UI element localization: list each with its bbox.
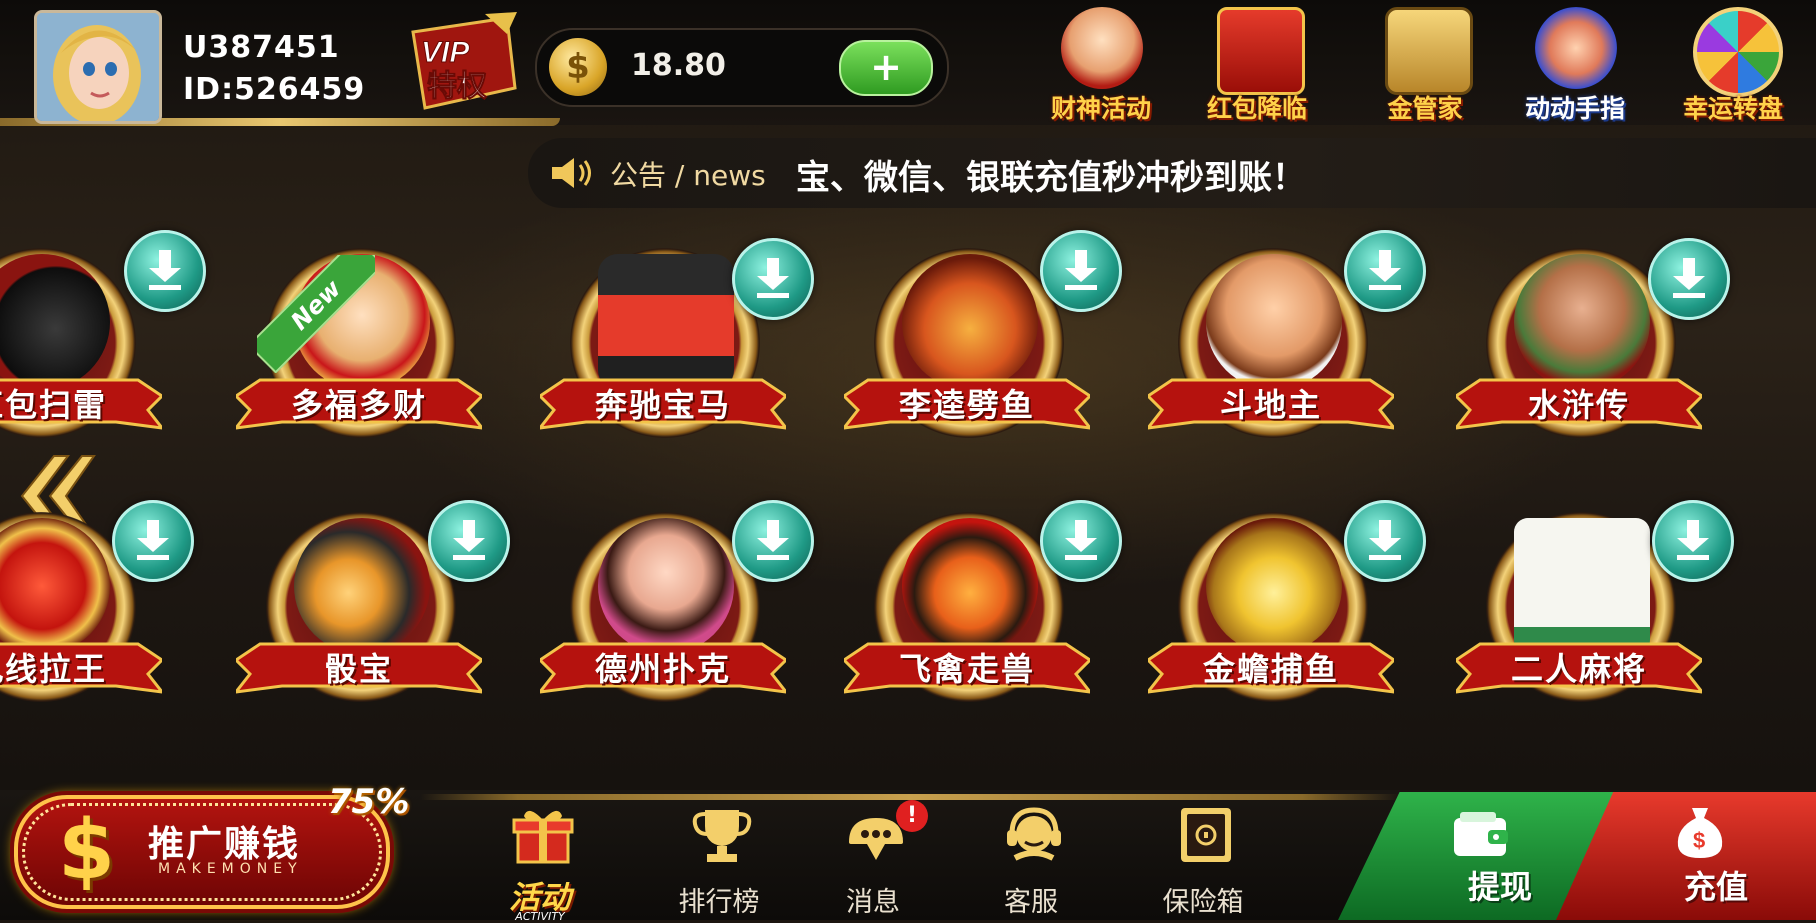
download-button[interactable] (1040, 500, 1122, 582)
download-arrow-icon (1677, 520, 1709, 560)
download-button[interactable] (112, 500, 194, 582)
safe-box-icon (1181, 808, 1231, 862)
coin-icon: $ (549, 38, 607, 96)
download-arrow-icon (757, 520, 789, 560)
nav-safe-box[interactable]: 保险箱 (1138, 800, 1268, 918)
news-text: 宝、微信、银联充值秒冲秒到账！ (796, 158, 1306, 198)
user-id: ID:526459 (183, 72, 366, 107)
nav-label: 保险箱 (1162, 887, 1244, 918)
nav-label: 排行榜 (678, 887, 760, 918)
game-name: 金蟾捕鱼 (1202, 650, 1339, 688)
wallet-icon (1454, 812, 1508, 856)
download-button[interactable] (1648, 238, 1730, 320)
avatar-portrait-icon (37, 13, 159, 121)
nav-sublabel: ACTIVITY (515, 910, 565, 923)
add-funds-button[interactable]: + (839, 40, 933, 96)
promo-gold-steward[interactable]: 金管家 (1340, 5, 1510, 123)
gift-box-icon (512, 810, 574, 864)
game-name: 德州扑克 (594, 650, 731, 688)
balance-box: $ 18.80 + (535, 28, 949, 107)
game-name: 多福多财 (290, 386, 427, 424)
promo-label: 红包降临 (1206, 94, 1307, 123)
download-arrow-icon (149, 250, 181, 290)
game-name: 水浒传 (1527, 386, 1630, 424)
god-of-wealth-icon (1061, 7, 1143, 89)
download-button[interactable] (732, 500, 814, 582)
promo-label: 财神活动 (1050, 94, 1151, 123)
promo-red-envelope[interactable]: 红包降临 (1172, 5, 1342, 123)
download-button[interactable] (428, 500, 510, 582)
new-badge: New (257, 255, 375, 373)
nav-activity[interactable]: 活动 ACTIVITY (475, 800, 605, 923)
nav-customer-service[interactable]: 客服 (966, 800, 1096, 918)
game-name: 斗地主 (1219, 386, 1322, 424)
game-name: 骰宝 (324, 650, 393, 688)
download-button[interactable] (124, 230, 206, 312)
download-button[interactable] (1040, 230, 1122, 312)
download-arrow-icon (757, 258, 789, 298)
game-name: 飞禽走兽 (898, 650, 1035, 688)
lucky-wheel-icon (1693, 7, 1783, 97)
recharge-label: 充值 (1683, 868, 1748, 906)
game-name: 红包扫雷 (0, 386, 107, 424)
download-arrow-icon (1369, 250, 1401, 290)
download-arrow-icon (1673, 258, 1705, 298)
dollar-icon: $ (58, 803, 116, 898)
promo-lucky-wheel[interactable]: 幸运转盘 (1648, 5, 1816, 123)
new-badge-text: New (257, 255, 375, 373)
abacus-steward-icon (1385, 7, 1473, 95)
news-label: 公告 / news (610, 159, 766, 192)
nav-label: 客服 (1004, 887, 1058, 918)
commission-percent: 75% (328, 782, 410, 822)
download-button[interactable] (1344, 230, 1426, 312)
game-name: 二人麻将 (1510, 650, 1647, 688)
money-bag-icon: $ (1677, 808, 1723, 858)
game-name: 奔驰宝马 (594, 386, 731, 424)
speaker-icon (552, 158, 591, 188)
promote-earn-subtitle: MAKEMONEY (158, 861, 303, 877)
nav-leaderboard[interactable]: 排行榜 (654, 800, 784, 918)
avatar[interactable] (34, 10, 162, 124)
promo-move-finger[interactable]: 动动手指 (1490, 5, 1660, 123)
news-ticker[interactable]: 公告 / news 宝、微信、银联充值秒冲秒到账！ (528, 138, 1816, 208)
download-arrow-icon (1065, 520, 1097, 560)
vip-privilege-button[interactable]: VIP 特权 (395, 10, 525, 115)
trophy-icon (692, 810, 752, 862)
download-arrow-icon (1369, 520, 1401, 560)
username: U387451 (183, 30, 340, 65)
promo-god-of-wealth-event[interactable]: 财神活动 (1016, 5, 1186, 123)
svg-text:$: $ (1693, 828, 1705, 853)
vip-text: VIP (421, 36, 470, 69)
nav-label: 消息 (846, 887, 900, 918)
nav-messages[interactable]: ! 消息 (808, 800, 938, 918)
game-name: 李逵劈鱼 (898, 386, 1035, 424)
vip-privilege-text: 特权 (427, 69, 487, 104)
download-button[interactable] (732, 238, 814, 320)
promo-label: 动动手指 (1524, 94, 1625, 123)
promote-earn-title: 推广赚钱 (148, 824, 301, 865)
download-arrow-icon (453, 520, 485, 560)
red-envelope-icon (1217, 7, 1305, 95)
balance-value: 18.80 (631, 48, 726, 83)
notification-badge: ! (896, 800, 928, 832)
promo-label: 金管家 (1387, 94, 1463, 123)
customer-service-icon (1007, 807, 1061, 861)
pointing-finger-icon (1535, 7, 1617, 89)
download-arrow-icon (1065, 250, 1097, 290)
download-button[interactable] (1344, 500, 1426, 582)
vip-badge-icon: VIP 特权 (411, 12, 517, 110)
download-arrow-icon (137, 520, 169, 560)
promo-label: 幸运转盘 (1682, 94, 1783, 123)
game-name: 九线拉王 (0, 650, 107, 688)
download-button[interactable] (1652, 500, 1734, 582)
